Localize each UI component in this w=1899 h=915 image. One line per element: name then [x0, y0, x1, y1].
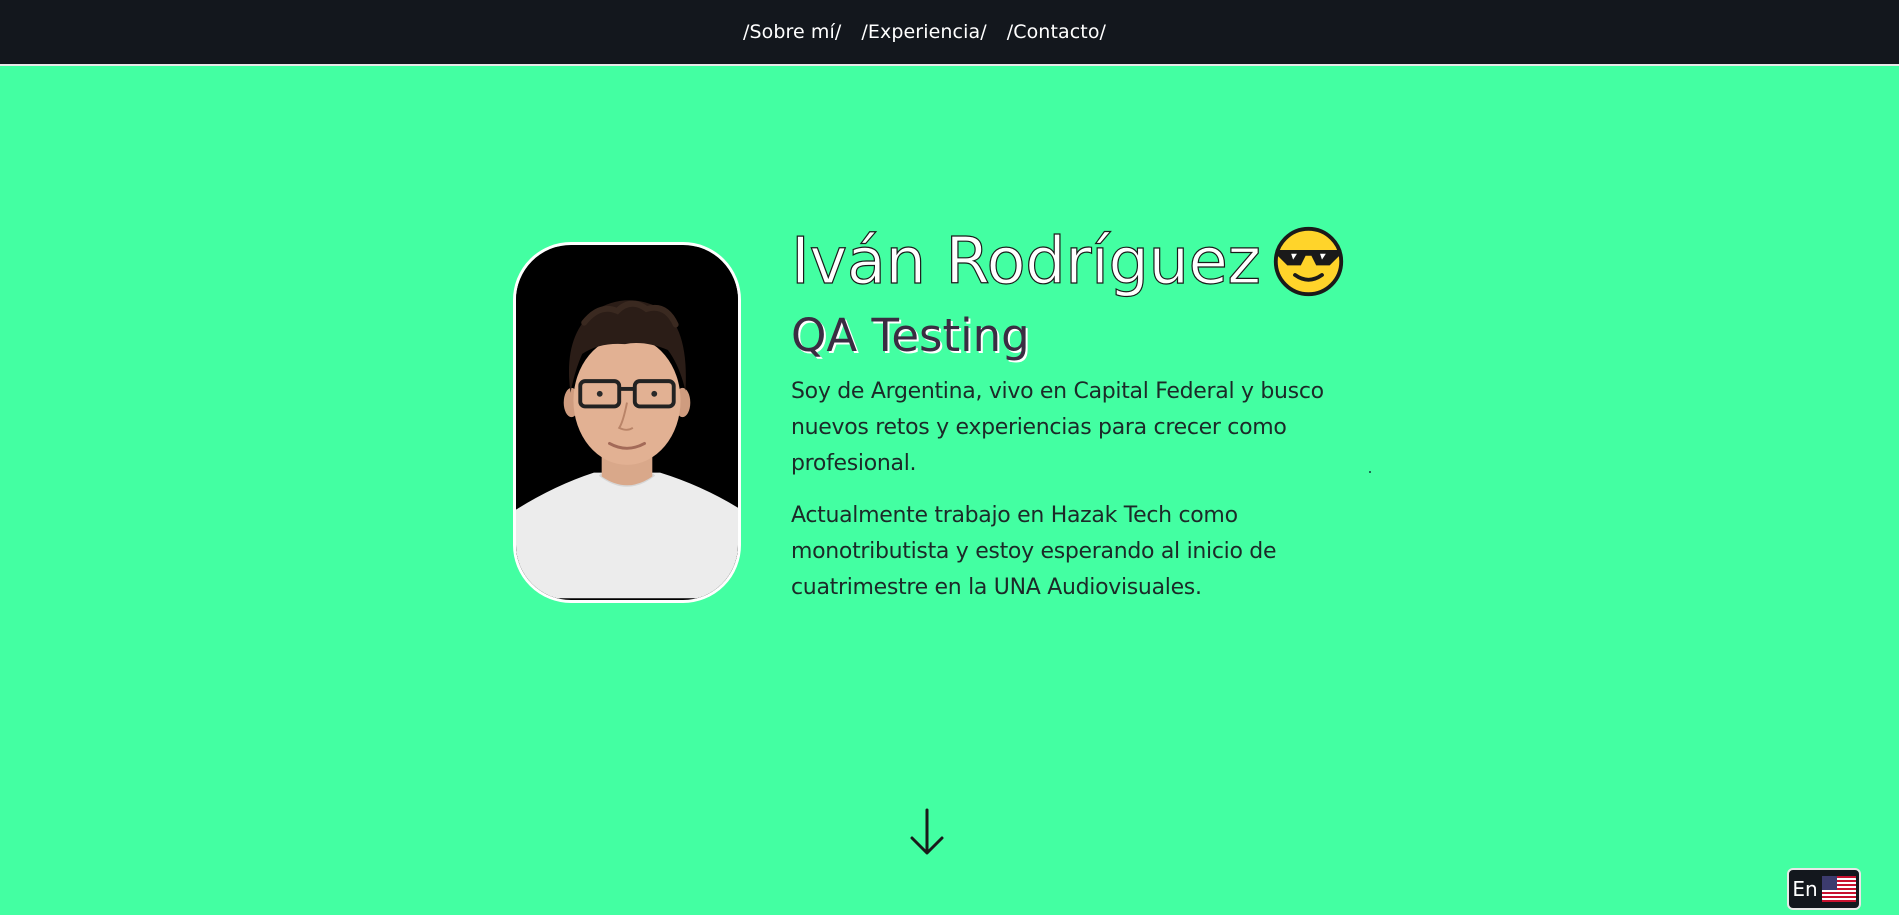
nav-link-sobre-mi[interactable]: /Sobre mí/	[743, 21, 841, 43]
hero-subtitle: QA Testing	[791, 309, 1030, 362]
us-flag-icon	[1821, 876, 1856, 902]
nav-links: /Sobre mí/ /Experiencia/ /Contacto/	[743, 21, 1106, 43]
hero-name: Iván Rodríguez	[790, 224, 1261, 299]
profile-photo-illustration	[516, 246, 738, 599]
arrow-down-icon[interactable]	[908, 808, 946, 856]
decorative-dot	[1369, 471, 1371, 473]
language-label: En	[1792, 877, 1818, 901]
about-paragraph-1: Soy de Argentina, vivo en Capital Federa…	[791, 379, 1324, 476]
profile-photo	[513, 242, 741, 603]
smiling-face-with-sunglasses-icon	[1273, 226, 1344, 297]
language-toggle-button[interactable]: En	[1787, 868, 1861, 910]
about-paragraph-2: Actualmente trabajo en Hazak Tech como m…	[791, 503, 1277, 600]
nav-link-contacto[interactable]: /Contacto/	[1007, 21, 1106, 43]
top-navigation: /Sobre mí/ /Experiencia/ /Contacto/	[0, 0, 1899, 66]
nav-link-experiencia[interactable]: /Experiencia/	[861, 21, 986, 43]
